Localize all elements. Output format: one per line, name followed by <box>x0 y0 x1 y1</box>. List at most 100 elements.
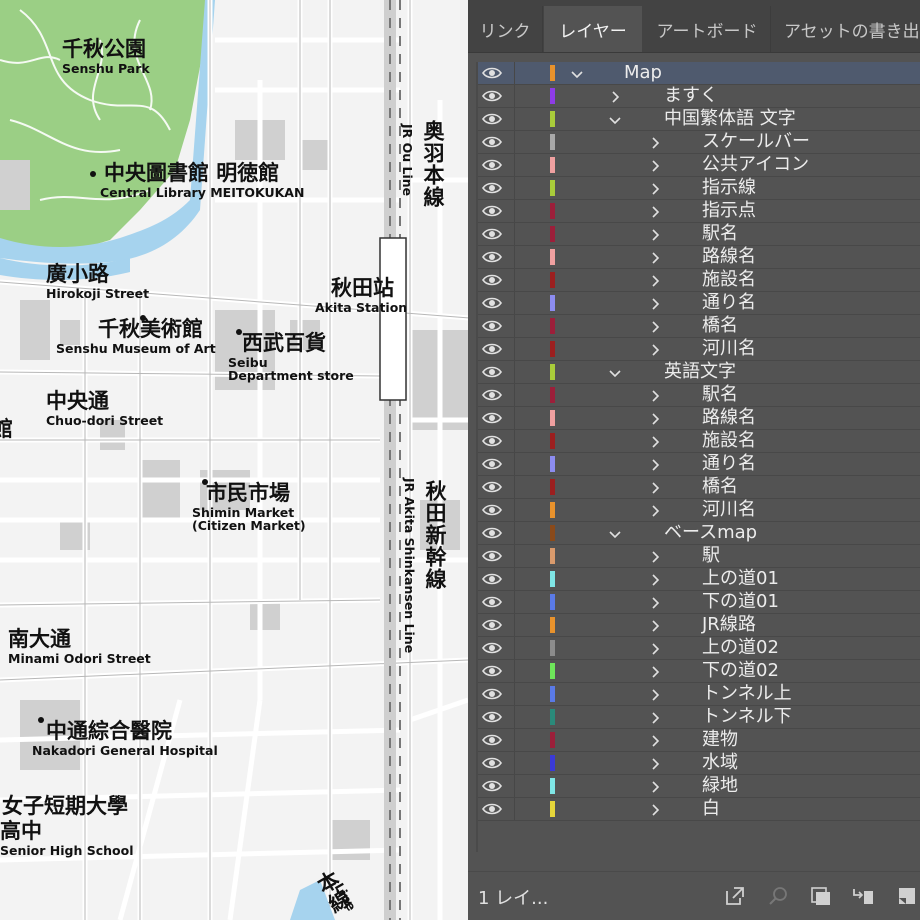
lock-column[interactable] <box>514 177 515 199</box>
eye-icon[interactable] <box>482 732 502 748</box>
lock-column[interactable] <box>514 338 515 360</box>
layer-name[interactable]: 中国繁体語 文字 <box>664 108 796 130</box>
layer-row[interactable]: 緑地 <box>478 775 920 798</box>
chevron-right-icon[interactable] <box>648 135 662 149</box>
lock-column[interactable] <box>514 798 515 820</box>
lock-column[interactable] <box>514 62 515 84</box>
lock-column[interactable] <box>514 752 515 774</box>
layer-name[interactable]: ますく <box>664 85 718 107</box>
eye-icon[interactable] <box>482 502 502 518</box>
map-canvas[interactable]: 千秋公園 Senshu Park 中央圖書館 明徳館 Central Library… <box>0 0 468 920</box>
new-layer-icon[interactable] <box>896 886 918 906</box>
chevron-right-icon[interactable] <box>648 342 662 356</box>
eye-icon[interactable] <box>482 548 502 564</box>
layer-name[interactable]: ベースmap <box>664 522 757 544</box>
tab-asset-export[interactable]: アセットの書き出し <box>772 6 920 52</box>
lock-column[interactable] <box>514 476 515 498</box>
eye-icon[interactable] <box>482 410 502 426</box>
layer-row[interactable]: 路線名 <box>478 407 920 430</box>
layer-name[interactable]: 施設名 <box>702 430 756 452</box>
eye-icon[interactable] <box>482 709 502 725</box>
lock-column[interactable] <box>514 660 515 682</box>
layer-row[interactable]: 通り名 <box>478 292 920 315</box>
layer-name[interactable]: 下の道01 <box>702 591 779 613</box>
chevron-right-icon[interactable] <box>648 319 662 333</box>
chevron-right-icon[interactable] <box>648 296 662 310</box>
export-icon[interactable] <box>724 886 746 906</box>
layer-name[interactable]: 水域 <box>702 752 738 774</box>
layer-row[interactable]: 施設名 <box>478 269 920 292</box>
layer-row[interactable]: 路線名 <box>478 246 920 269</box>
layer-row[interactable]: 公共アイコン <box>478 154 920 177</box>
layer-name[interactable]: 建物 <box>702 729 738 751</box>
lock-column[interactable] <box>514 591 515 613</box>
chevron-right-icon[interactable] <box>648 158 662 172</box>
eye-icon[interactable] <box>482 180 502 196</box>
lock-column[interactable] <box>514 614 515 636</box>
eye-icon[interactable] <box>482 157 502 173</box>
eye-icon[interactable] <box>482 134 502 150</box>
chevron-right-icon[interactable] <box>648 388 662 402</box>
layer-row[interactable]: 駅名 <box>478 223 920 246</box>
lock-column[interactable] <box>514 154 515 176</box>
layer-name[interactable]: 緑地 <box>702 775 738 797</box>
eye-icon[interactable] <box>482 755 502 771</box>
lock-column[interactable] <box>514 246 515 268</box>
layer-row[interactable]: 橋名 <box>478 315 920 338</box>
layer-name[interactable]: トンネル下 <box>702 706 792 728</box>
eye-icon[interactable] <box>482 203 502 219</box>
layer-row[interactable]: ベースmap <box>478 522 920 545</box>
chevron-right-icon[interactable] <box>648 250 662 264</box>
chevron-right-icon[interactable] <box>648 227 662 241</box>
layer-row[interactable]: トンネル下 <box>478 706 920 729</box>
chevron-right-icon[interactable] <box>648 273 662 287</box>
layer-row[interactable]: 指示点 <box>478 200 920 223</box>
layer-row[interactable]: 橋名 <box>478 476 920 499</box>
lock-column[interactable] <box>514 430 515 452</box>
chevron-right-icon[interactable] <box>648 572 662 586</box>
eye-icon[interactable] <box>482 226 502 242</box>
chevron-right-icon[interactable] <box>608 89 622 103</box>
layer-name[interactable]: 指示点 <box>702 200 756 222</box>
chevron-right-icon[interactable] <box>648 480 662 494</box>
lock-column[interactable] <box>514 108 515 130</box>
layer-row[interactable]: 中国繁体語 文字 <box>478 108 920 131</box>
chevron-right-icon[interactable] <box>648 733 662 747</box>
layer-row[interactable]: 駅名 <box>478 384 920 407</box>
lock-column[interactable] <box>514 361 515 383</box>
layer-row[interactable]: 下の道02 <box>478 660 920 683</box>
layer-name[interactable]: 下の道02 <box>702 660 779 682</box>
eye-icon[interactable] <box>482 479 502 495</box>
chevron-right-icon[interactable] <box>648 687 662 701</box>
layer-row[interactable]: 駅 <box>478 545 920 568</box>
layer-name[interactable]: 路線名 <box>702 407 756 429</box>
layer-row[interactable]: 河川名 <box>478 338 920 361</box>
lock-column[interactable] <box>514 568 515 590</box>
layer-name[interactable]: 橋名 <box>702 315 738 337</box>
layer-name[interactable]: 施設名 <box>702 269 756 291</box>
chevron-right-icon[interactable] <box>648 549 662 563</box>
eye-icon[interactable] <box>482 387 502 403</box>
layer-row[interactable]: スケールバー <box>478 131 920 154</box>
layer-name[interactable]: 路線名 <box>702 246 756 268</box>
lock-column[interactable] <box>514 223 515 245</box>
chevron-right-icon[interactable] <box>648 457 662 471</box>
lock-column[interactable] <box>514 729 515 751</box>
chevron-right-icon[interactable] <box>648 434 662 448</box>
chevron-down-icon[interactable] <box>608 526 622 540</box>
layer-name[interactable]: 英語文字 <box>664 361 736 383</box>
eye-icon[interactable] <box>482 456 502 472</box>
layer-name[interactable]: トンネル上 <box>702 683 792 705</box>
layer-name[interactable]: JR線路 <box>702 614 756 636</box>
layer-name[interactable]: 通り名 <box>702 453 756 475</box>
layer-name[interactable]: 白 <box>702 798 720 820</box>
layer-row[interactable]: トンネル上 <box>478 683 920 706</box>
layer-row[interactable]: 下の道01 <box>478 591 920 614</box>
eye-icon[interactable] <box>482 686 502 702</box>
layer-name[interactable]: 河川名 <box>702 338 756 360</box>
lock-column[interactable] <box>514 499 515 521</box>
eye-icon[interactable] <box>482 571 502 587</box>
chevron-right-icon[interactable] <box>648 595 662 609</box>
chevron-right-icon[interactable] <box>648 181 662 195</box>
eye-icon[interactable] <box>482 663 502 679</box>
